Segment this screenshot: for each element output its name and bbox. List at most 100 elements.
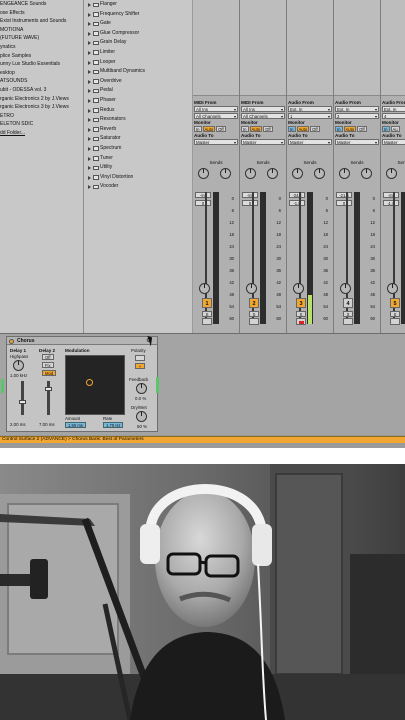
- clip-slot-area[interactable]: [240, 0, 286, 96]
- expand-arrow-icon[interactable]: [88, 137, 91, 142]
- send-b-knob[interactable]: [220, 168, 231, 179]
- expand-arrow-icon[interactable]: [88, 156, 91, 161]
- effect-item[interactable]: Tuner: [85, 154, 192, 164]
- send-b-knob[interactable]: [267, 168, 278, 179]
- solo-button[interactable]: S: [343, 311, 353, 317]
- places-item[interactable]: ynatics: [0, 43, 83, 52]
- expand-arrow-icon[interactable]: [88, 79, 91, 84]
- effect-item[interactable]: Vinyl Distortion: [85, 173, 192, 183]
- track-activator-button[interactable]: 2: [249, 298, 259, 308]
- input-source-select[interactable]: All Ins: [194, 106, 238, 113]
- output-select[interactable]: Master: [335, 139, 379, 146]
- solo-button[interactable]: S: [249, 311, 259, 317]
- send-b-knob[interactable]: [314, 168, 325, 179]
- effect-item[interactable]: Spectrum: [85, 144, 192, 154]
- places-item[interactable]: rganic Electronics 3 by J.Views: [0, 103, 83, 112]
- expand-arrow-icon[interactable]: [88, 146, 91, 151]
- input-source-select[interactable]: Ext. In: [288, 106, 332, 113]
- volume-field[interactable]: -21.5: [336, 192, 352, 198]
- places-item[interactable]: Exist Instruments and Sounds: [0, 17, 83, 26]
- polarity-plus-button[interactable]: +: [135, 363, 145, 369]
- expand-arrow-icon[interactable]: [88, 108, 91, 113]
- monitor-off-button[interactable]: Off: [263, 126, 273, 132]
- input-source-select[interactable]: Ext. In: [382, 106, 405, 112]
- monitor-au-button[interactable]: Au: [390, 126, 400, 132]
- track-activator-button[interactable]: 4: [343, 298, 353, 308]
- input-source-select[interactable]: All Ins: [241, 106, 285, 113]
- input-channel-select[interactable]: 4: [382, 113, 405, 119]
- track-activator-button[interactable]: 3: [296, 298, 306, 308]
- places-item[interactable]: MOTIONA: [0, 26, 83, 35]
- effect-item[interactable]: Vocoder: [85, 182, 192, 192]
- volume-field[interactable]: -Inf: [242, 192, 258, 198]
- pan-field[interactable]: -1.0: [289, 200, 305, 206]
- pan-knob[interactable]: [387, 283, 398, 294]
- rate-value[interactable]: 1.70 Hz: [103, 422, 124, 428]
- expand-arrow-icon[interactable]: [88, 3, 91, 7]
- xy-handle-icon[interactable]: [86, 379, 93, 386]
- output-select[interactable]: Master: [241, 139, 285, 146]
- effect-item[interactable]: Redux: [85, 106, 192, 116]
- pan-knob[interactable]: [293, 283, 304, 294]
- expand-arrow-icon[interactable]: [88, 166, 91, 171]
- clip-slot-area[interactable]: [193, 0, 239, 96]
- pan-field[interactable]: 0: [195, 200, 211, 206]
- effect-item[interactable]: Frequency Shifter: [85, 10, 192, 20]
- input-channel-select[interactable]: All Channels: [241, 113, 285, 120]
- output-select[interactable]: Master: [382, 139, 405, 145]
- expand-arrow-icon[interactable]: [88, 98, 91, 103]
- monitor-auto-button[interactable]: Auto: [343, 126, 357, 132]
- send-a-knob[interactable]: [198, 168, 209, 179]
- send-a-knob[interactable]: [339, 168, 350, 179]
- volume-field[interactable]: -Inf: [383, 192, 399, 198]
- effect-item[interactable]: Resonators: [85, 115, 192, 125]
- places-item[interactable]: ose Effects: [0, 9, 83, 18]
- expand-arrow-icon[interactable]: [88, 60, 91, 65]
- monitor-in-button[interactable]: In: [382, 126, 390, 132]
- effect-item[interactable]: Pedal: [85, 86, 192, 96]
- monitor-in-button[interactable]: In: [241, 126, 249, 132]
- places-item[interactable]: ETRO: [0, 112, 83, 121]
- places-item[interactable]: ATSOUNDS: [0, 77, 83, 86]
- expand-arrow-icon[interactable]: [88, 41, 91, 46]
- expand-arrow-icon[interactable]: [88, 118, 91, 123]
- clip-slot-area[interactable]: [334, 0, 380, 96]
- modulation-xy-pad[interactable]: [65, 355, 125, 415]
- pan-field[interactable]: 0: [336, 200, 352, 206]
- expand-arrow-icon[interactable]: [88, 175, 91, 180]
- monitor-auto-button[interactable]: Auto: [202, 126, 216, 132]
- places-item[interactable]: ENGEANCE Sounds: [0, 0, 83, 9]
- send-a-knob[interactable]: [292, 168, 303, 179]
- device-header[interactable]: Chorus ⚙: [7, 337, 157, 345]
- send-b-knob[interactable]: [361, 168, 372, 179]
- effect-item[interactable]: Saturator: [85, 134, 192, 144]
- effect-item[interactable]: Glue Compressor: [85, 29, 192, 39]
- device-power-icon[interactable]: [9, 338, 14, 344]
- output-select[interactable]: Master: [194, 139, 238, 146]
- monitor-in-button[interactable]: In: [194, 126, 202, 132]
- clip-slot-area[interactable]: [381, 0, 405, 96]
- expand-arrow-icon[interactable]: [88, 12, 91, 17]
- effect-item[interactable]: Gate: [85, 19, 192, 29]
- pan-field[interactable]: 0: [242, 200, 258, 206]
- expand-arrow-icon[interactable]: [88, 185, 91, 190]
- polarity-minus-button[interactable]: [135, 355, 145, 361]
- expand-arrow-icon[interactable]: [88, 89, 91, 94]
- delay2-off-button[interactable]: Off: [42, 354, 54, 360]
- effect-item[interactable]: Limiter: [85, 48, 192, 58]
- input-channel-select[interactable]: 1: [288, 113, 332, 120]
- expand-arrow-icon[interactable]: [88, 22, 91, 27]
- input-channel-select[interactable]: All Channels: [194, 113, 238, 120]
- places-item[interactable]: ubit - ODESSA vol. 3: [0, 86, 83, 95]
- effect-item[interactable]: Looper: [85, 58, 192, 68]
- arm-button[interactable]: [390, 318, 400, 325]
- solo-button[interactable]: S: [202, 311, 212, 317]
- feedback-knob[interactable]: [136, 383, 147, 394]
- monitor-off-button[interactable]: Off: [216, 126, 226, 132]
- send-a-knob[interactable]: [245, 168, 256, 179]
- send-a-knob[interactable]: [386, 168, 397, 179]
- monitor-auto-button[interactable]: Auto: [296, 126, 310, 132]
- monitor-off-button[interactable]: Off: [357, 126, 367, 132]
- effect-item[interactable]: Reverb: [85, 125, 192, 135]
- places-item[interactable]: (FUTURE WAVE): [0, 34, 83, 43]
